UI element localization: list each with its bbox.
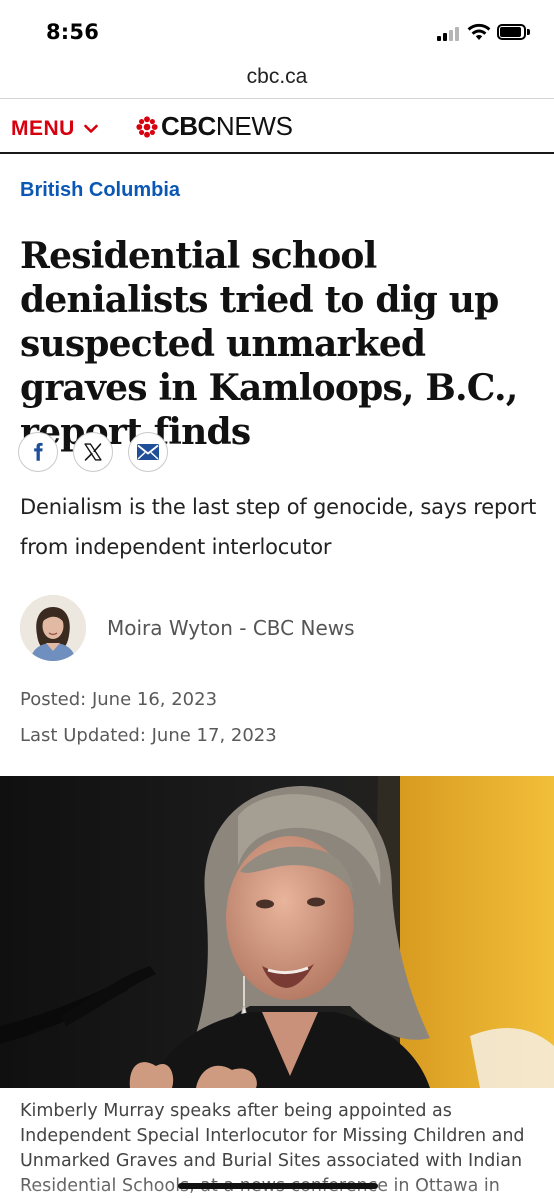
menu-button[interactable]: MENU (11, 117, 98, 141)
email-icon (137, 444, 159, 460)
cellular-signal-icon (437, 27, 461, 41)
status-time: 8:56 (46, 20, 100, 44)
wifi-icon (467, 23, 491, 40)
header-divider (0, 152, 554, 154)
cbc-news-logo[interactable]: CBC NEWS (136, 111, 293, 142)
url-text[interactable]: cbc.ca (247, 65, 308, 88)
author-name[interactable]: Moira Wyton - CBC News (107, 616, 355, 640)
battery-icon (497, 24, 530, 40)
chevron-down-icon (84, 124, 98, 133)
headline: Residential school denialists tried to d… (20, 235, 518, 453)
cbc-gem-icon (136, 115, 158, 138)
x-icon (84, 443, 102, 461)
logo-cbc-text: CBC (161, 111, 216, 141)
facebook-icon (34, 442, 43, 461)
status-bar: 8:56 (0, 0, 554, 56)
menu-label: MENU (11, 117, 75, 140)
posted-date: Posted: June 16, 2023 (20, 689, 218, 710)
byline: Moira Wyton - CBC News (20, 595, 355, 661)
home-indicator[interactable] (178, 1183, 378, 1189)
share-buttons (18, 432, 183, 472)
logo-news-text: NEWS (215, 111, 293, 141)
author-avatar[interactable] (20, 595, 86, 661)
site-header: MENU CBC NEWS (0, 99, 554, 153)
section-link[interactable]: British Columbia (20, 179, 180, 202)
address-bar[interactable]: cbc.ca (0, 56, 554, 98)
updated-date: Last Updated: June 17, 2023 (20, 725, 277, 746)
share-x-button[interactable] (73, 432, 113, 472)
hero-image[interactable] (0, 776, 554, 1088)
share-facebook-button[interactable] (18, 432, 58, 472)
share-email-button[interactable] (128, 432, 168, 472)
article-deck: Denialism is the last step of genocide, … (20, 495, 537, 559)
